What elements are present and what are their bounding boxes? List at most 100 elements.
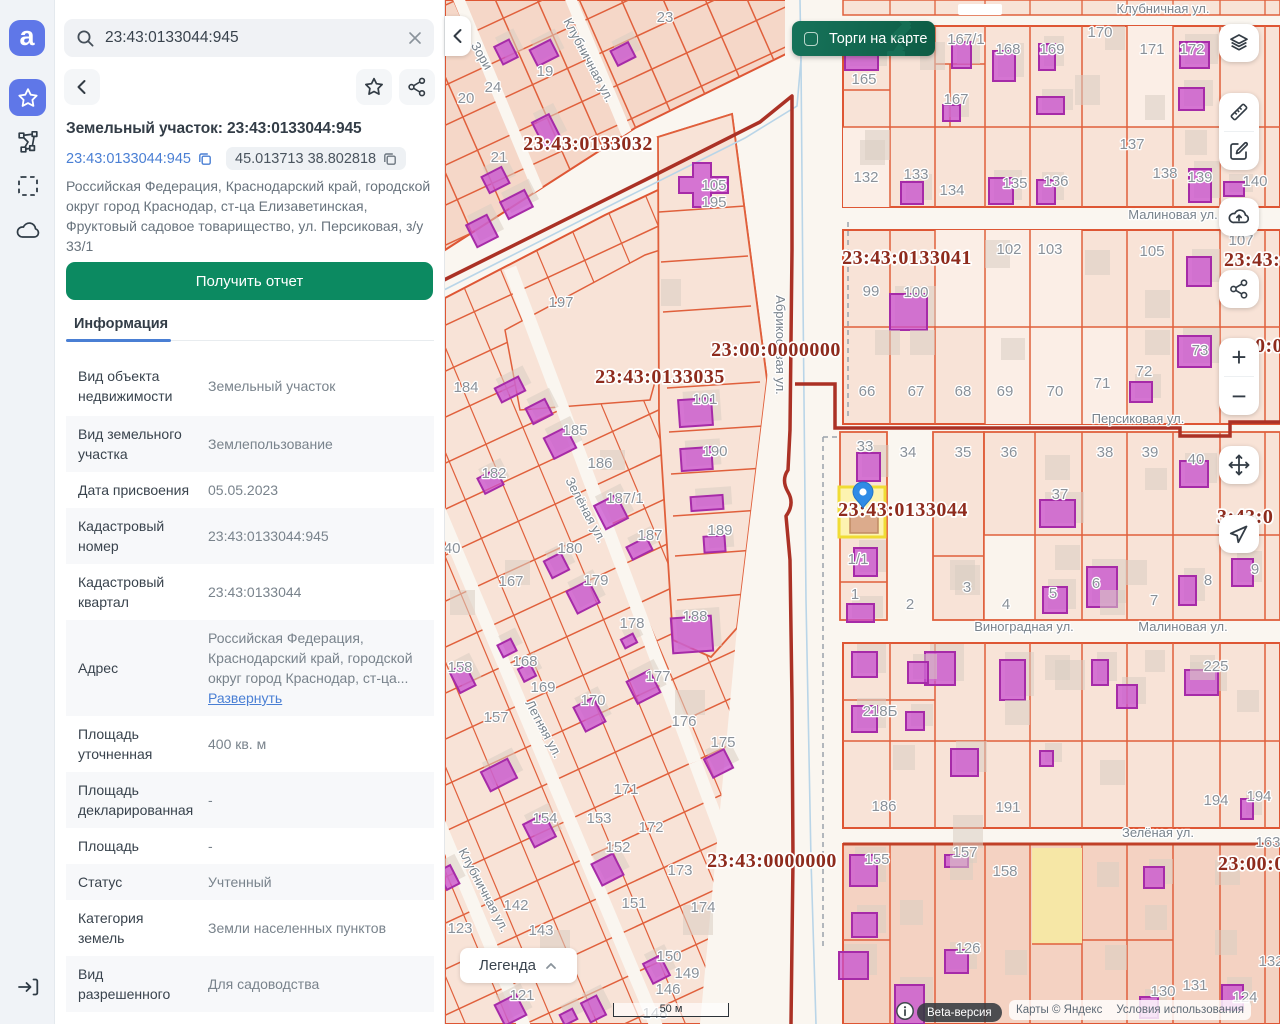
svg-text:178: 178 — [619, 615, 644, 632]
svg-text:149: 149 — [674, 965, 699, 982]
svg-text:171: 171 — [613, 781, 638, 798]
svg-text:133: 133 — [903, 166, 928, 183]
svg-text:218Б: 218Б — [863, 703, 898, 720]
svg-text:1: 1 — [851, 586, 859, 603]
svg-text:33: 33 — [857, 438, 874, 455]
svg-text:23:43:0133044: 23:43:0133044 — [838, 499, 968, 521]
svg-text:24: 24 — [485, 79, 502, 96]
svg-text:23: 23 — [657, 9, 674, 26]
svg-text:23:43:0133032: 23:43:0133032 — [523, 133, 653, 155]
svg-text:179: 179 — [583, 572, 608, 589]
svg-text:19: 19 — [537, 63, 554, 80]
svg-text:184: 184 — [453, 379, 478, 396]
svg-text:39: 39 — [1142, 444, 1159, 461]
svg-text:157: 157 — [952, 844, 977, 861]
svg-text:2: 2 — [906, 596, 914, 613]
svg-text:168: 168 — [512, 653, 537, 670]
svg-text:167: 167 — [943, 91, 968, 108]
svg-text:155: 155 — [864, 851, 889, 868]
svg-text:169: 169 — [530, 679, 555, 696]
svg-text:188: 188 — [682, 608, 707, 625]
svg-text:153: 153 — [586, 810, 611, 827]
svg-text:121: 121 — [509, 987, 534, 1004]
svg-text:172: 172 — [1179, 41, 1204, 58]
svg-text:186: 186 — [587, 455, 612, 472]
svg-text:154: 154 — [532, 810, 557, 827]
svg-text:151: 151 — [621, 895, 646, 912]
svg-text:100: 100 — [903, 284, 928, 301]
svg-text:23:00:0000000: 23:00:0000000 — [711, 339, 841, 361]
svg-text:137: 137 — [1119, 136, 1144, 153]
svg-text:197: 197 — [548, 294, 573, 311]
svg-text:146: 146 — [655, 981, 680, 998]
svg-text:186: 186 — [871, 798, 896, 815]
svg-text:73: 73 — [1192, 342, 1209, 359]
svg-text:67: 67 — [908, 383, 925, 400]
svg-text:70: 70 — [1047, 383, 1064, 400]
svg-text:8: 8 — [1204, 572, 1212, 589]
svg-text:Клубничная ул.: Клубничная ул. — [1117, 1, 1210, 16]
svg-text:190: 190 — [702, 443, 727, 460]
svg-text:174: 174 — [690, 899, 715, 916]
svg-text:40: 40 — [1188, 451, 1205, 468]
svg-text:23:43:0133041: 23:43:0133041 — [842, 247, 972, 269]
svg-text:180: 180 — [557, 540, 582, 557]
svg-text:5: 5 — [1049, 585, 1057, 602]
svg-text:175: 175 — [710, 734, 735, 751]
svg-text:23:43:0000000: 23:43:0000000 — [707, 850, 837, 872]
svg-text:66: 66 — [859, 383, 876, 400]
svg-text:187/1: 187/1 — [606, 490, 644, 507]
svg-text:163: 163 — [1255, 834, 1280, 851]
svg-text:Виноградная ул.: Виноградная ул. — [974, 619, 1074, 634]
svg-text:9: 9 — [1251, 561, 1259, 578]
svg-text:152: 152 — [605, 839, 630, 856]
svg-text:187: 187 — [637, 527, 662, 544]
svg-text:172: 172 — [638, 819, 663, 836]
svg-text:69: 69 — [997, 383, 1014, 400]
svg-text:6: 6 — [1092, 575, 1100, 592]
svg-text:37: 37 — [1052, 486, 1069, 503]
svg-text:23:43:0133035: 23:43:0133035 — [595, 366, 725, 388]
svg-text:105: 105 — [1139, 243, 1164, 260]
svg-text:157: 157 — [483, 709, 508, 726]
svg-text:1/1: 1/1 — [848, 551, 869, 568]
svg-text:3: 3 — [963, 579, 971, 596]
svg-text:20: 20 — [458, 90, 475, 107]
svg-text:173: 173 — [667, 862, 692, 879]
svg-text:131: 131 — [1182, 977, 1207, 994]
svg-text:170: 170 — [1087, 24, 1112, 41]
svg-text:142: 142 — [503, 897, 528, 914]
svg-text:176: 176 — [671, 713, 696, 730]
svg-text:140: 140 — [1242, 173, 1267, 190]
svg-text:138: 138 — [1152, 165, 1177, 182]
svg-text:140: 140 — [445, 540, 461, 557]
svg-text:167/1: 167/1 — [947, 31, 985, 48]
svg-text:Малиновая ул.: Малиновая ул. — [1138, 619, 1228, 634]
svg-text:102: 102 — [996, 241, 1021, 258]
svg-text:132: 132 — [853, 169, 878, 186]
svg-text:225: 225 — [1203, 658, 1228, 675]
svg-text:177: 177 — [645, 668, 670, 685]
svg-text:35: 35 — [955, 444, 972, 461]
svg-text:185: 185 — [562, 422, 587, 439]
svg-text:169: 169 — [1039, 41, 1064, 58]
svg-text:194: 194 — [1203, 792, 1228, 809]
svg-text:195: 195 — [701, 194, 726, 211]
svg-text:194: 194 — [1246, 788, 1271, 805]
svg-text:Зелёная ул.: Зелёная ул. — [1122, 825, 1194, 840]
svg-text:171: 171 — [1139, 41, 1164, 58]
svg-text:158: 158 — [447, 659, 472, 676]
svg-text:132: 132 — [1258, 953, 1280, 970]
svg-text:72: 72 — [1136, 363, 1153, 380]
svg-text:170: 170 — [580, 692, 605, 709]
svg-text:191: 191 — [995, 799, 1020, 816]
svg-text:167: 167 — [498, 573, 523, 590]
svg-text:23:43:0: 23:43:0 — [1224, 249, 1280, 271]
svg-text:105: 105 — [701, 177, 726, 194]
svg-text:99: 99 — [863, 283, 880, 300]
svg-text:139: 139 — [1187, 169, 1212, 186]
svg-text:101: 101 — [692, 391, 717, 408]
svg-text:36: 36 — [1001, 444, 1018, 461]
svg-text:182: 182 — [481, 465, 506, 482]
svg-text:165: 165 — [851, 71, 876, 88]
